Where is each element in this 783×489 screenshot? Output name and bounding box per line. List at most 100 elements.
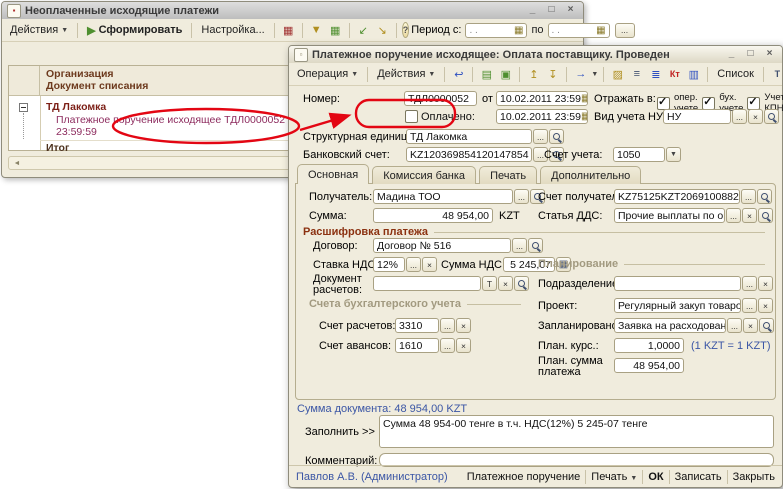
close-button[interactable]: Закрыть [733, 471, 775, 483]
payee-field[interactable]: Мадина ТОО [373, 189, 513, 204]
tab-additional[interactable]: Дополнительно [540, 166, 641, 184]
import-icon[interactable]: ↙ [355, 22, 372, 38]
close-button[interactable]: × [762, 48, 777, 61]
number-field[interactable]: ТДЛ0000052 [404, 91, 477, 106]
tab-bank-commission[interactable]: Комиссия банка [372, 166, 476, 184]
select-button[interactable]: ... [512, 238, 527, 253]
clear-button[interactable]: × [748, 109, 763, 124]
dt-kt-icon[interactable]: Кт [666, 66, 683, 82]
project-field[interactable]: Регулярный закуп товаров для прс [614, 298, 741, 313]
document-date-field[interactable]: 10.02.2011 23:59 ▦ [496, 91, 588, 106]
open-journal-icon[interactable]: ▤ [478, 66, 495, 82]
select-button[interactable]: ... [440, 318, 455, 333]
clear-button[interactable]: × [456, 338, 471, 353]
save-external-icon[interactable]: ↧ [544, 66, 561, 82]
select-button[interactable]: ... [440, 338, 455, 353]
list-button[interactable]: Список [713, 67, 758, 81]
fill-button[interactable]: Заполнить >> ▼ [305, 426, 385, 438]
clear-button[interactable]: × [743, 318, 758, 333]
payment-purpose-textarea[interactable]: Сумма 48 954-00 тенге в т.ч. НДС(12%) 5 … [379, 415, 774, 448]
paid-date-field[interactable]: 10.02.2011 23:59 ▦ [496, 109, 588, 124]
minimize-button[interactable]: _ [724, 48, 739, 61]
front-window-titlebar[interactable]: ▫ Платежное поручение исходящее: Оплата … [289, 46, 782, 63]
calendar-icon[interactable]: ▦ [514, 25, 523, 36]
open-button[interactable] [514, 276, 529, 291]
amount-field[interactable]: 48 954,00 [373, 208, 493, 223]
dds-field[interactable]: Прочие выплаты по операционно [614, 208, 725, 223]
chevron-down-icon[interactable]: ▼ [591, 71, 598, 78]
period-to-input[interactable]: . . ▦ [548, 23, 610, 38]
open-button[interactable] [758, 208, 773, 223]
collapse-group-icon[interactable] [19, 103, 28, 112]
select-button[interactable]: ... [726, 208, 741, 223]
select-button[interactable]: ... [533, 129, 548, 144]
clear-button[interactable]: × [456, 318, 471, 333]
calendar-icon[interactable]: ▦ [581, 111, 588, 122]
settlement-account-field[interactable]: 3310 [395, 318, 439, 333]
account-field[interactable]: 1050 [613, 147, 665, 162]
select-button[interactable]: ... [742, 276, 757, 291]
calendar-icon[interactable]: ▦ [581, 93, 588, 104]
help-icon[interactable]: ? [402, 22, 410, 38]
kpn-uchet-checkbox[interactable] [747, 97, 760, 110]
actions-menu-button[interactable]: Действия▼ [6, 23, 72, 37]
open-button[interactable] [757, 189, 772, 204]
paid-checkbox[interactable] [405, 110, 418, 123]
quick-filter-icon[interactable]: Т [769, 66, 783, 82]
select-button[interactable]: ... [732, 109, 747, 124]
close-button[interactable]: × [563, 4, 578, 17]
clear-button[interactable]: × [498, 276, 513, 291]
bank-account-field[interactable]: KZ120369854120147854 в АО "А" [406, 147, 532, 162]
open-button[interactable] [549, 129, 564, 144]
open-button[interactable] [759, 318, 774, 333]
vat-rate-field[interactable]: 12% [373, 257, 405, 272]
actions-menu-button[interactable]: Действия▼ [373, 67, 439, 81]
load-icon[interactable]: ↥ [525, 66, 542, 82]
planned-field[interactable]: Заявка на расходование средст [614, 318, 726, 333]
clear-button[interactable]: × [758, 276, 773, 291]
export-icon[interactable]: ↘ [374, 22, 391, 38]
oper-uchet-checkbox[interactable] [657, 97, 670, 110]
select-button[interactable]: ... [514, 189, 529, 204]
tab-print[interactable]: Печать [479, 166, 537, 184]
department-field[interactable] [614, 276, 741, 291]
clear-button[interactable]: × [422, 257, 437, 272]
settings-button[interactable]: Настройка... [197, 23, 268, 37]
go-icon[interactable]: → [572, 66, 589, 82]
select-button[interactable]: ... [741, 189, 756, 204]
buh-uchet-checkbox[interactable] [702, 97, 715, 110]
select-button[interactable]: ... [406, 257, 421, 272]
maximize-button[interactable]: □ [544, 4, 559, 17]
post-document-icon[interactable]: ↩ [450, 66, 467, 82]
dropdown-button[interactable]: ▼ [666, 147, 681, 162]
ok-button[interactable]: ОК [648, 471, 663, 483]
calendar-icon[interactable]: ▦ [596, 25, 605, 36]
clear-button[interactable]: × [742, 208, 757, 223]
structural-unit-field[interactable]: ТД Лакомка [406, 129, 532, 144]
period-more-button[interactable]: ... [615, 23, 635, 38]
operation-menu-button[interactable]: Операция▼ [293, 67, 362, 81]
open-button[interactable] [764, 109, 779, 124]
period-from-input[interactable]: . . ▦ [465, 23, 527, 38]
scroll-left-icon[interactable]: ◄ [9, 157, 25, 169]
tab-main[interactable]: Основная [297, 164, 369, 184]
type-button[interactable]: Т [482, 276, 497, 291]
plan-sum-field[interactable]: 48 954,00 [614, 358, 684, 373]
plan-rate-field[interactable]: 1,0000 [614, 338, 684, 353]
nu-kind-field[interactable]: НУ [663, 109, 731, 124]
print-button[interactable]: Печать ▼ [591, 471, 637, 483]
payee-account-field[interactable]: KZ75125KZT2069100882 в АО "БТА [614, 189, 740, 204]
minimize-button[interactable]: _ [525, 4, 540, 17]
back-window-titlebar[interactable]: ▪ Неоплаченные исходящие платежи _ □ × [2, 2, 583, 19]
maximize-button[interactable]: □ [743, 48, 758, 61]
form-settings-icon[interactable]: ▨ [609, 66, 626, 82]
contract-field[interactable]: Договор № 516 [373, 238, 511, 253]
add-copy-icon[interactable]: ▣ [497, 66, 514, 82]
settlement-doc-field[interactable] [373, 276, 481, 291]
select-button[interactable]: ... [727, 318, 742, 333]
payment-order-button[interactable]: Платежное поручение [467, 471, 581, 483]
select-button[interactable]: ... [742, 298, 757, 313]
report-icon[interactable]: ▦ [280, 22, 297, 38]
generate-button[interactable]: ▶ Сформировать [83, 23, 186, 38]
accounting-journal-icon[interactable]: ▥ [685, 66, 702, 82]
